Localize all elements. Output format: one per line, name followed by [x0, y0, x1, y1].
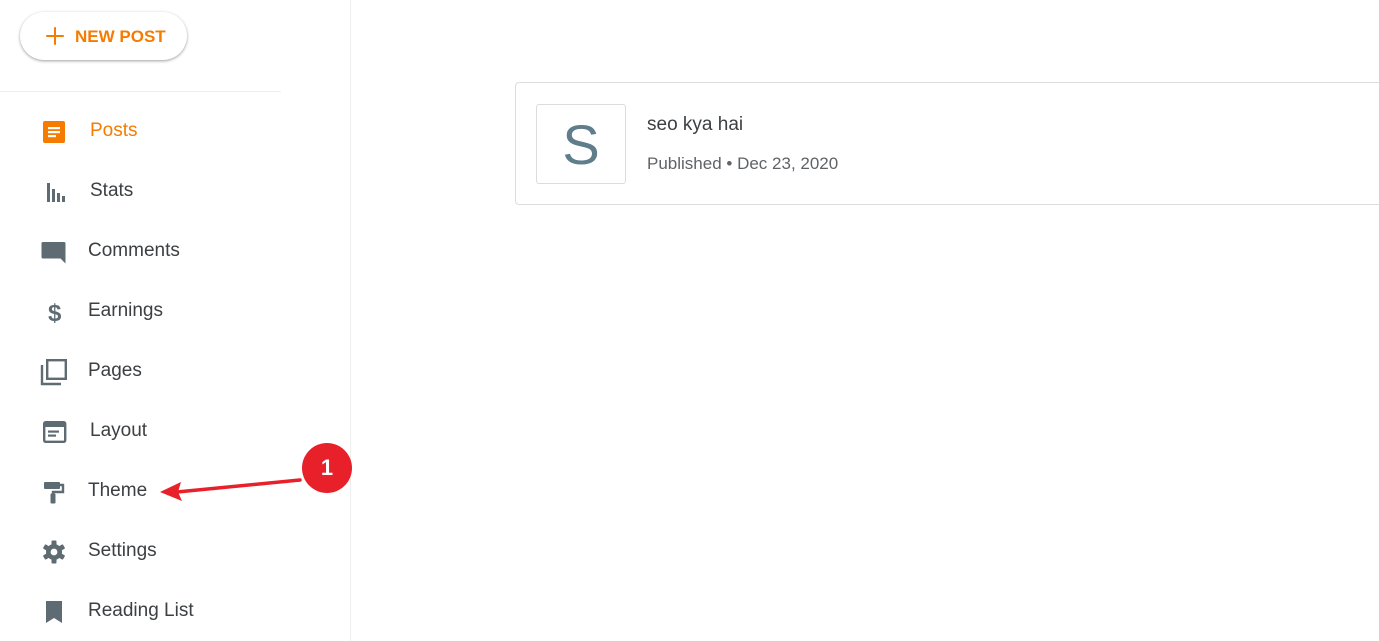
stats-icon	[40, 178, 68, 206]
post-thumbnail: S	[536, 104, 626, 184]
sidebar: NEW POST Posts Stats Comments $ Earnings…	[0, 0, 351, 641]
sidebar-item-posts[interactable]: Posts	[0, 110, 300, 154]
annotation-badge: 1	[302, 443, 352, 493]
annotation-arrow	[160, 478, 302, 501]
earnings-icon: $	[40, 298, 68, 327]
layout-icon	[40, 418, 68, 446]
sidebar-item-comments[interactable]: Comments	[0, 230, 300, 274]
sidebar-item-pages[interactable]: Pages	[0, 350, 300, 394]
sidebar-item-label: Settings	[88, 540, 157, 561]
post-meta: Published • Dec 23, 2020	[647, 154, 838, 174]
post-card[interactable]: S seo kya hai Published • Dec 23, 2020	[515, 82, 1379, 205]
post-title[interactable]: seo kya hai	[647, 114, 743, 136]
sidebar-item-label: Earnings	[88, 300, 163, 321]
sidebar-item-label: Stats	[90, 180, 134, 201]
post-meta-separator: •	[721, 154, 738, 173]
sidebar-item-label: Reading List	[88, 600, 194, 621]
post-status: Published	[647, 154, 722, 173]
sidebar-divider	[0, 91, 281, 92]
new-post-button[interactable]: NEW POST	[20, 12, 187, 60]
new-post-label: NEW POST	[75, 27, 166, 46]
sidebar-item-stats[interactable]: Stats	[0, 170, 300, 214]
theme-icon	[40, 478, 68, 506]
sidebar-item-label: Layout	[90, 420, 148, 441]
pages-icon	[40, 358, 68, 386]
svg-text:$: $	[48, 300, 62, 326]
post-date: Dec 23, 2020	[737, 154, 839, 173]
sidebar-item-label: Comments	[88, 240, 180, 261]
sidebar-item-label: Theme	[88, 480, 148, 501]
post-thumbnail-letter: S	[562, 112, 600, 176]
settings-icon	[40, 538, 68, 566]
plus-icon	[45, 26, 65, 46]
sidebar-item-label: Posts	[90, 120, 138, 141]
sidebar-item-layout[interactable]: Layout	[0, 410, 300, 454]
sidebar-item-earnings[interactable]: $ Earnings	[0, 290, 300, 334]
sidebar-item-settings[interactable]: Settings	[0, 530, 300, 574]
comments-icon	[40, 238, 68, 266]
reading-list-icon	[40, 598, 68, 626]
posts-icon	[40, 118, 68, 146]
sidebar-item-reading-list[interactable]: Reading List	[0, 590, 300, 634]
sidebar-item-label: Pages	[88, 360, 142, 381]
